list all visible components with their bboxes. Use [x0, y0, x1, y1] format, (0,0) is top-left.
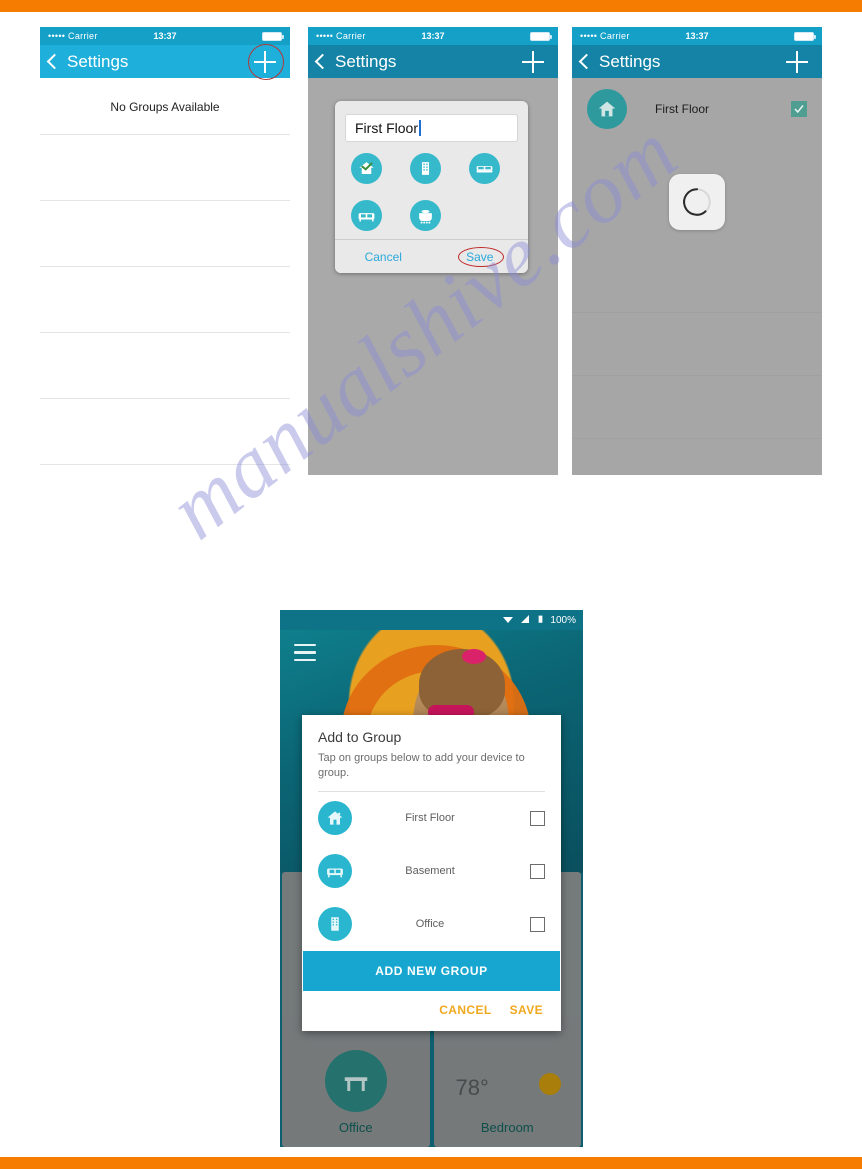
group-checkbox-checked[interactable] — [791, 101, 807, 117]
group-label: First Floor — [405, 812, 455, 825]
back-chevron-icon[interactable] — [314, 53, 331, 70]
office-icon — [318, 907, 352, 942]
list-separator — [572, 312, 822, 313]
back-chevron-icon[interactable] — [578, 53, 595, 70]
battery-icon — [536, 613, 545, 628]
group-row-office[interactable]: Office — [302, 898, 561, 951]
ios-navbar: Settings — [308, 45, 558, 78]
home-icon — [318, 801, 352, 836]
group-checkbox[interactable] — [530, 863, 545, 879]
group-name-label: First Floor — [655, 102, 709, 116]
add-group-plus-icon[interactable] — [522, 50, 544, 73]
ios-screenshot-empty-groups: ••••• Carrier 13:37 Settings No Groups A… — [40, 27, 290, 475]
tile-name: Office — [338, 1120, 373, 1135]
group-name-value: First Floor — [355, 120, 418, 136]
android-screenshot-add-to-group: 100% Office 78° Bedroom Add to Group Tap… — [280, 610, 583, 1147]
group-row-basement[interactable]: Basement — [302, 845, 561, 898]
cancel-button[interactable]: CANCEL — [439, 1003, 491, 1017]
ios-status-bar: ••••• Carrier 13:37 — [40, 27, 290, 45]
text-caret — [419, 120, 421, 136]
hamburger-menu-icon[interactable] — [294, 644, 316, 666]
save-button[interactable]: SAVE — [510, 1003, 543, 1017]
back-chevron-icon[interactable] — [46, 53, 63, 70]
group-icon-picker — [335, 142, 528, 239]
tile-name: Bedroom — [480, 1120, 534, 1135]
group-label: Basement — [405, 865, 455, 878]
clock-label: 13:37 — [685, 31, 709, 41]
group-name-input[interactable]: First Floor — [345, 114, 518, 142]
ios-navbar: Settings — [572, 45, 822, 78]
bed-icon[interactable] — [469, 153, 500, 184]
plus-highlight-annotation — [248, 43, 284, 80]
list-item[interactable] — [572, 313, 822, 375]
dimmed-backdrop: First Floor Cancel Save — [308, 78, 558, 475]
battery-icon — [794, 31, 816, 41]
group-label: Office — [415, 918, 445, 931]
list-separator — [572, 375, 822, 376]
tile-temperature: 78° — [455, 1075, 489, 1100]
dialog-subtitle: Tap on groups below to add your device t… — [318, 752, 525, 779]
ios-status-bar: ••••• Carrier 13:37 — [308, 27, 558, 45]
signal-icon — [519, 613, 531, 628]
desk-icon — [324, 1050, 387, 1112]
ios-status-bar: ••••• Carrier 13:37 — [572, 27, 822, 45]
group-checkbox[interactable] — [530, 810, 545, 826]
dialog-actions: Cancel Save — [335, 239, 528, 273]
list-item[interactable] — [40, 267, 290, 332]
office-building-icon[interactable] — [410, 153, 441, 184]
list-item[interactable] — [40, 399, 290, 464]
battery-percent-label: 100% — [550, 614, 576, 626]
dialog-title: Add to Group — [318, 729, 402, 745]
add-new-group-button[interactable]: ADD NEW GROUP — [303, 950, 560, 991]
top-orange-rule — [0, 0, 862, 12]
sofa-icon[interactable] — [351, 200, 382, 231]
cancel-button[interactable]: Cancel — [335, 250, 432, 264]
battery-icon — [262, 31, 284, 41]
clock-label: 13:37 — [421, 31, 445, 41]
save-highlight-annotation — [458, 246, 504, 267]
sofa-icon — [318, 854, 352, 889]
list-item[interactable] — [40, 135, 290, 200]
list-item[interactable] — [40, 201, 290, 266]
wifi-icon — [502, 613, 514, 628]
android-status-bar: 100% — [280, 610, 583, 630]
list-separator — [40, 464, 290, 465]
add-group-plus-icon[interactable] — [786, 50, 808, 73]
dialog-actions: CANCEL SAVE — [302, 991, 561, 1031]
thermostat-dial-icon — [539, 1073, 561, 1095]
dimmed-group-list: First Floor — [572, 78, 822, 475]
group-list-item[interactable]: First Floor — [572, 78, 822, 140]
home-icon — [587, 89, 627, 129]
clock-label: 13:37 — [153, 31, 177, 41]
group-checkbox[interactable] — [530, 916, 545, 932]
nav-title[interactable]: Settings — [335, 52, 396, 72]
cooking-pot-icon[interactable] — [410, 200, 441, 231]
empty-state-label: No Groups Available — [110, 100, 220, 114]
list-item[interactable] — [572, 376, 822, 438]
manual-page: manualshive.com ••••• Carrier 13:37 Sett… — [0, 0, 862, 1169]
battery-icon — [530, 31, 552, 41]
ios-navbar: Settings — [40, 43, 290, 80]
nav-title[interactable]: Settings — [599, 52, 660, 72]
add-to-group-dialog: Add to Group Tap on groups below to add … — [302, 715, 561, 1031]
new-group-dialog: First Floor Cancel Save — [335, 101, 528, 273]
bottom-orange-rule — [0, 1157, 862, 1169]
loading-spinner — [669, 174, 725, 230]
list-separator — [572, 438, 822, 439]
home-check-icon[interactable] — [351, 153, 382, 184]
ios-screenshot-new-group-dialog: ••••• Carrier 13:37 Settings First Floor — [308, 27, 558, 475]
nav-title[interactable]: Settings — [67, 52, 128, 72]
groups-list: No Groups Available — [40, 78, 290, 465]
ios-screenshot-group-saving: ••••• Carrier 13:37 Settings First Floor — [572, 27, 822, 475]
group-row-first-floor[interactable]: First Floor — [302, 792, 561, 845]
list-item[interactable] — [40, 333, 290, 398]
